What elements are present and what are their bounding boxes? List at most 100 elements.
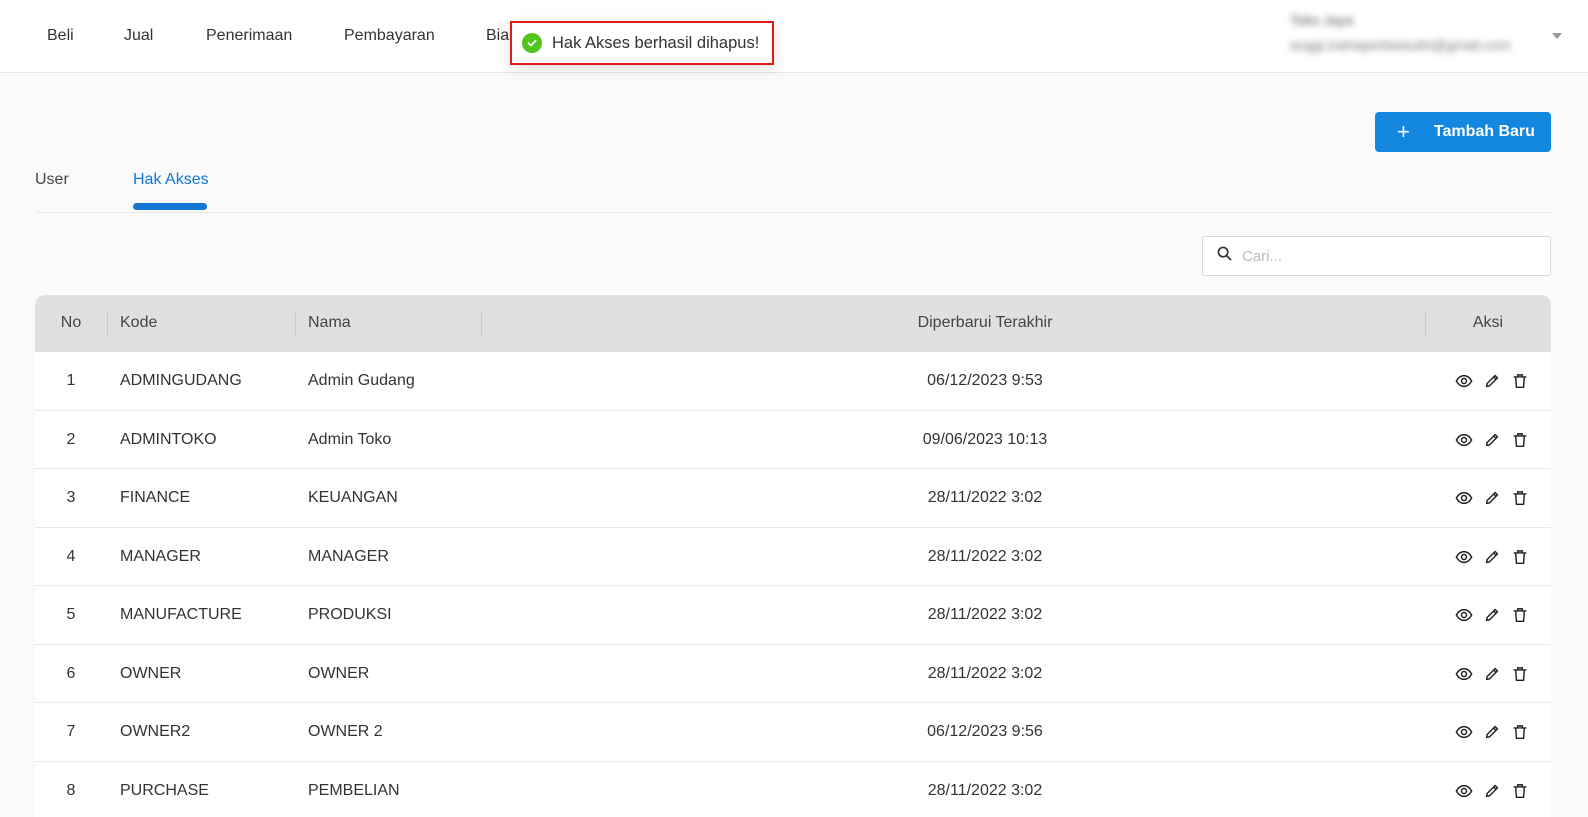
delete-button[interactable]	[1510, 371, 1530, 391]
row-actions	[1454, 547, 1530, 567]
cell-diperbarui-terakhir: 28/11/2022 3:02	[927, 664, 1043, 682]
cell-no: 1	[66, 372, 76, 389]
header-nama: Nama	[308, 314, 351, 331]
table-header: No Kode Nama Diperbarui Terakhir Aksi	[35, 295, 1551, 352]
trash-icon	[1511, 606, 1529, 624]
edit-button[interactable]	[1482, 722, 1502, 742]
cell-nama: KEUANGAN	[308, 489, 398, 506]
view-button[interactable]	[1454, 371, 1474, 391]
cell-kode: PURCHASE	[120, 781, 209, 799]
header-aksi: Aksi	[1472, 314, 1504, 331]
nav-item-beli[interactable]: Beli	[47, 27, 74, 45]
cell-kode: ADMINGUDANG	[120, 372, 242, 389]
cell-diperbarui-terakhir: 28/11/2022 3:02	[927, 547, 1043, 565]
table-row: 8 PURCHASE PEMBELIAN 28/11/2022 3:02	[35, 761, 1551, 817]
nav-item-biaya[interactable]: Bia	[486, 27, 509, 45]
edit-button[interactable]	[1482, 430, 1502, 450]
cell-no: 7	[66, 723, 76, 740]
check-circle-icon	[522, 33, 542, 53]
nav-item-penerimaan[interactable]: Penerimaan	[206, 27, 292, 45]
header-diperbarui-terakhir: Diperbarui Terakhir	[917, 314, 1053, 331]
cell-kode: OWNER2	[120, 723, 191, 740]
row-actions	[1454, 605, 1530, 625]
row-actions	[1454, 781, 1530, 801]
trash-icon	[1511, 782, 1529, 800]
top-navbar: Beli Jual Penerimaan Pembayaran Bia Toko…	[0, 0, 1588, 73]
view-button[interactable]	[1454, 722, 1474, 742]
header-separator	[107, 312, 108, 336]
edit-button[interactable]	[1482, 781, 1502, 801]
eye-icon	[1455, 723, 1473, 741]
nav-item-pembayaran[interactable]: Pembayaran	[344, 27, 435, 45]
delete-button[interactable]	[1510, 430, 1530, 450]
cell-diperbarui-terakhir: 28/11/2022 3:02	[927, 489, 1043, 506]
view-button[interactable]	[1454, 430, 1474, 450]
row-actions	[1454, 722, 1530, 742]
delete-button[interactable]	[1510, 488, 1530, 508]
success-toast: Hak Akses berhasil dihapus!	[510, 21, 774, 65]
edit-button[interactable]	[1482, 605, 1502, 625]
delete-button[interactable]	[1510, 781, 1530, 801]
pencil-icon	[1483, 489, 1501, 507]
eye-icon	[1455, 665, 1473, 683]
cell-diperbarui-terakhir: 28/11/2022 3:02	[927, 781, 1043, 799]
cell-diperbarui-terakhir: 09/06/2023 10:13	[922, 430, 1048, 448]
search-box	[1202, 236, 1551, 276]
cell-no: 8	[66, 781, 76, 799]
tab-user[interactable]: User	[35, 171, 69, 189]
nav-item-jual[interactable]: Jual	[124, 27, 153, 45]
table-body: 1 ADMINGUDANG Admin Gudang 06/12/2023 9:53 2…	[35, 352, 1551, 817]
row-actions	[1454, 430, 1530, 450]
trash-icon	[1511, 548, 1529, 566]
search-input[interactable]	[1242, 247, 1532, 265]
user-menu[interactable]: Toko Jaya anggi.indriapertiwisuthi@gmail…	[1290, 12, 1550, 53]
table-row: 5 MANUFACTURE PRODUKSI 28/11/2022 3:02	[35, 586, 1551, 645]
caret-down-icon[interactable]	[1552, 33, 1562, 39]
pencil-icon	[1483, 372, 1501, 390]
table-row: 2 ADMINTOKO Admin Toko 09/06/2023 10:13	[35, 410, 1551, 469]
cell-no: 5	[66, 606, 76, 623]
edit-button[interactable]	[1482, 488, 1502, 508]
cell-nama: PEMBELIAN	[308, 781, 400, 799]
edit-button[interactable]	[1482, 664, 1502, 684]
pencil-icon	[1483, 665, 1501, 683]
cell-kode: OWNER	[120, 664, 182, 682]
delete-button[interactable]	[1510, 605, 1530, 625]
view-button[interactable]	[1454, 605, 1474, 625]
delete-button[interactable]	[1510, 664, 1530, 684]
trash-icon	[1511, 665, 1529, 683]
add-new-button[interactable]: + Tambah Baru	[1375, 112, 1551, 152]
pencil-icon	[1483, 431, 1501, 449]
eye-icon	[1455, 782, 1473, 800]
cell-no: 3	[66, 489, 76, 506]
edit-button[interactable]	[1482, 371, 1502, 391]
trash-icon	[1511, 372, 1529, 390]
table-row: 4 MANAGER MANAGER 28/11/2022 3:02	[35, 527, 1551, 586]
delete-button[interactable]	[1510, 547, 1530, 567]
pencil-icon	[1483, 782, 1501, 800]
edit-button[interactable]	[1482, 547, 1502, 567]
cell-no: 6	[66, 664, 76, 682]
cell-no: 4	[66, 547, 76, 565]
eye-icon	[1455, 606, 1473, 624]
user-email: anggi.indriapertiwisuthi@gmail.com	[1290, 37, 1511, 53]
table-row: 7 OWNER2 OWNER 2 06/12/2023 9:56	[35, 703, 1551, 762]
delete-button[interactable]	[1510, 722, 1530, 742]
view-button[interactable]	[1454, 664, 1474, 684]
tabs-divider	[35, 212, 1551, 213]
view-button[interactable]	[1454, 547, 1474, 567]
trash-icon	[1511, 723, 1529, 741]
tab-hak-akses[interactable]: Hak Akses	[133, 171, 209, 189]
cell-nama: OWNER 2	[308, 723, 383, 740]
row-actions	[1454, 488, 1530, 508]
cell-no: 2	[66, 430, 76, 448]
view-button[interactable]	[1454, 488, 1474, 508]
cell-kode: MANUFACTURE	[120, 606, 242, 623]
row-actions	[1454, 664, 1530, 684]
cell-diperbarui-terakhir: 06/12/2023 9:53	[927, 372, 1043, 389]
pencil-icon	[1483, 548, 1501, 566]
view-button[interactable]	[1454, 781, 1474, 801]
pencil-icon	[1483, 606, 1501, 624]
toast-message: Hak Akses berhasil dihapus!	[552, 33, 760, 52]
header-kode: Kode	[120, 314, 158, 331]
